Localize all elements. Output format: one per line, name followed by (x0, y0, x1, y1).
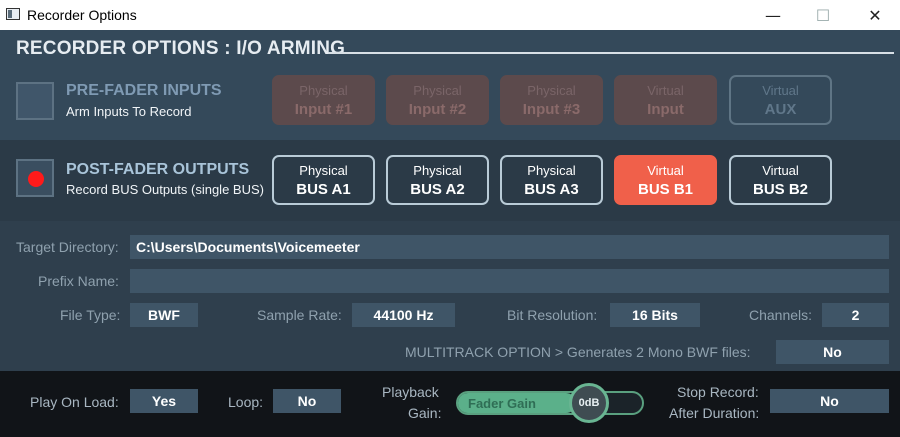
page-title: RECORDER OPTIONS : I/O ARMING (16, 38, 346, 59)
input-3-type: Physical (527, 83, 576, 98)
loop-label: Loop: (228, 394, 264, 410)
multitrack-label: MULTITRACK OPTION > Generates 2 Mono BWF… (405, 344, 751, 360)
bit-resolution-label: Bit Resolution: (507, 307, 598, 323)
stop-record-field[interactable]: No (770, 389, 889, 413)
close-button[interactable]: ✕ (852, 0, 898, 30)
playback-gain-label-line2: Gain: (408, 405, 442, 421)
header-divider (328, 52, 894, 54)
virtual-input-button[interactable]: Virtual Input (614, 75, 717, 125)
prefix-name-label: Prefix Name: (38, 273, 119, 289)
input-1-name: Input #1 (294, 101, 353, 118)
virtual-aux-button[interactable]: Virtual AUX (729, 75, 832, 125)
virtual-aux-name: AUX (764, 101, 797, 118)
input-3-button[interactable]: Physical Input #3 (500, 75, 603, 125)
pre-fader-title: PRE-FADER INPUTS (66, 82, 222, 99)
bus-b1-type: Virtual (647, 163, 684, 178)
title-bar: Recorder Options — ☐ ✕ (0, 0, 900, 30)
prefix-name-field[interactable] (130, 269, 889, 293)
sample-rate-field[interactable]: 44100 Hz (352, 303, 455, 327)
bus-b2-name: BUS B2 (752, 181, 808, 198)
stop-record-label-line1: Stop Record: (677, 384, 759, 400)
fader-gain-label: Fader Gain (468, 396, 536, 411)
input-2-name: Input #2 (408, 101, 467, 118)
file-type-label: File Type: (60, 307, 121, 323)
virtual-input-type: Virtual (647, 83, 684, 98)
record-dot-icon (28, 171, 44, 187)
bus-a3-type: Physical (527, 163, 576, 178)
bus-a2-button[interactable]: Physical BUS A2 (386, 155, 489, 205)
play-on-load-field[interactable]: Yes (130, 389, 198, 413)
pre-fader-subtitle: Arm Inputs To Record (66, 104, 192, 119)
play-on-load-label: Play On Load: (30, 394, 119, 410)
bit-resolution-field[interactable]: 16 Bits (610, 303, 700, 327)
bus-a2-type: Physical (413, 163, 462, 178)
bus-a1-name: BUS A1 (296, 181, 351, 198)
loop-field[interactable]: No (273, 389, 341, 413)
channels-label: Channels: (749, 307, 813, 323)
input-1-button[interactable]: Physical Input #1 (272, 75, 375, 125)
bus-b1-name: BUS B1 (637, 181, 693, 198)
maximize-button[interactable]: ☐ (800, 0, 846, 30)
bus-a1-button[interactable]: Physical BUS A1 (272, 155, 375, 205)
bus-a3-name: BUS A3 (524, 181, 579, 198)
input-3-name: Input #3 (522, 101, 581, 118)
playback-gain-label-line1: Playback (382, 384, 439, 400)
post-fader-subtitle: Record BUS Outputs (single BUS) (66, 182, 264, 197)
input-1-type: Physical (299, 83, 348, 98)
virtual-aux-type: Virtual (762, 83, 799, 98)
sample-rate-label: Sample Rate: (257, 307, 342, 323)
input-2-type: Physical (413, 83, 462, 98)
file-type-field[interactable]: BWF (130, 303, 198, 327)
target-directory-field[interactable]: C:\Users\Documents\Voicemeeter (130, 235, 889, 259)
input-2-button[interactable]: Physical Input #2 (386, 75, 489, 125)
post-fader-title: POST-FADER OUTPUTS (66, 161, 250, 178)
bus-a3-button[interactable]: Physical BUS A3 (500, 155, 603, 205)
target-directory-label: Target Directory: (16, 239, 119, 255)
post-fader-arm-checkbox[interactable] (16, 159, 54, 197)
window-title: Recorder Options (27, 7, 137, 23)
bus-b2-button[interactable]: Virtual BUS B2 (729, 155, 832, 205)
app-icon (6, 8, 20, 20)
bus-b1-button[interactable]: Virtual BUS B1 (614, 155, 717, 205)
channels-field[interactable]: 2 (822, 303, 889, 327)
pre-fader-arm-checkbox[interactable] (16, 82, 54, 120)
minimize-button[interactable]: — (750, 0, 796, 30)
bus-a2-name: BUS A2 (410, 181, 465, 198)
fader-knob[interactable]: 0dB (569, 383, 609, 423)
stop-record-label-line2: After Duration: (669, 405, 760, 421)
virtual-input-name: Input (647, 101, 684, 118)
bus-b2-type: Virtual (762, 163, 799, 178)
multitrack-field[interactable]: No (776, 340, 889, 364)
bus-a1-type: Physical (299, 163, 348, 178)
